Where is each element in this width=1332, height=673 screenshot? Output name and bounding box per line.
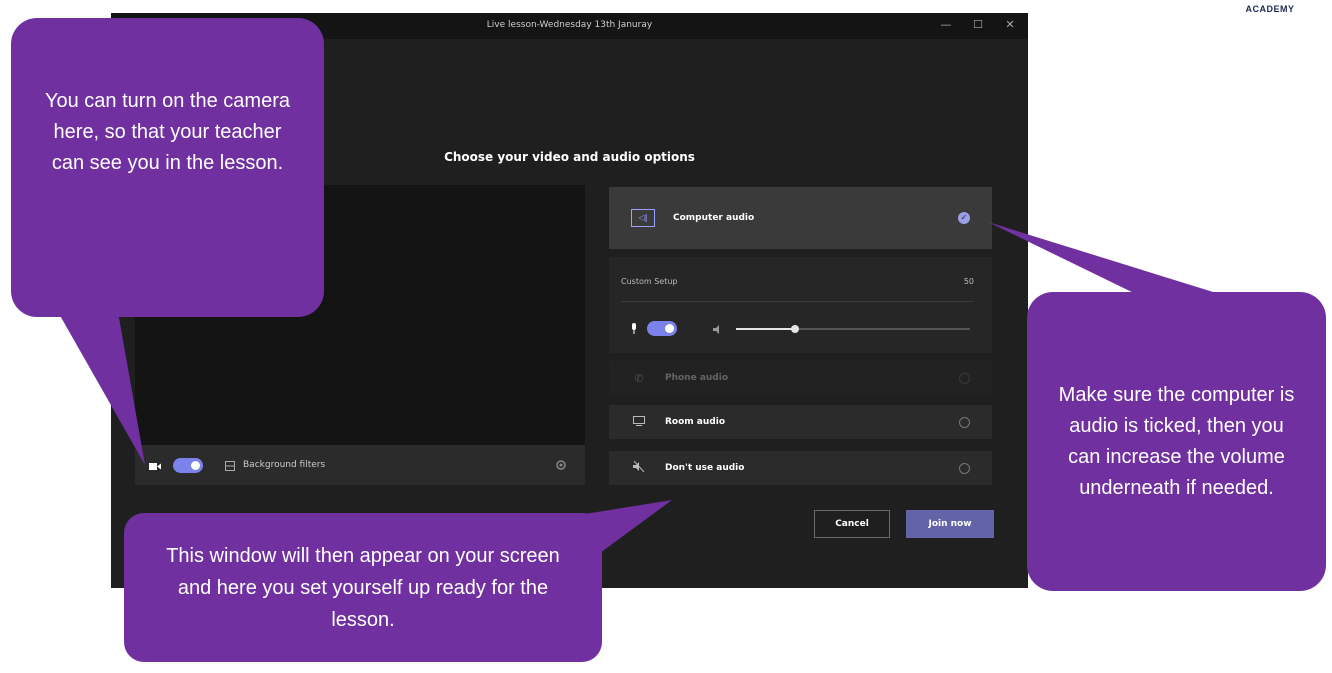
audio-callout-text: Make sure the computer is audio is ticke… — [1058, 383, 1295, 499]
audio-callout: Make sure the computer is audio is ticke… — [1027, 292, 1326, 591]
audio-callout-tail — [988, 222, 1226, 296]
window-callout: This window will then appear on your scr… — [124, 513, 602, 662]
camera-callout: You can turn on the camera here, so that… — [11, 18, 324, 317]
window-callout-text: This window will then appear on your scr… — [166, 544, 560, 631]
camera-callout-tail — [58, 312, 145, 465]
camera-callout-text: You can turn on the camera here, so that… — [45, 90, 290, 174]
